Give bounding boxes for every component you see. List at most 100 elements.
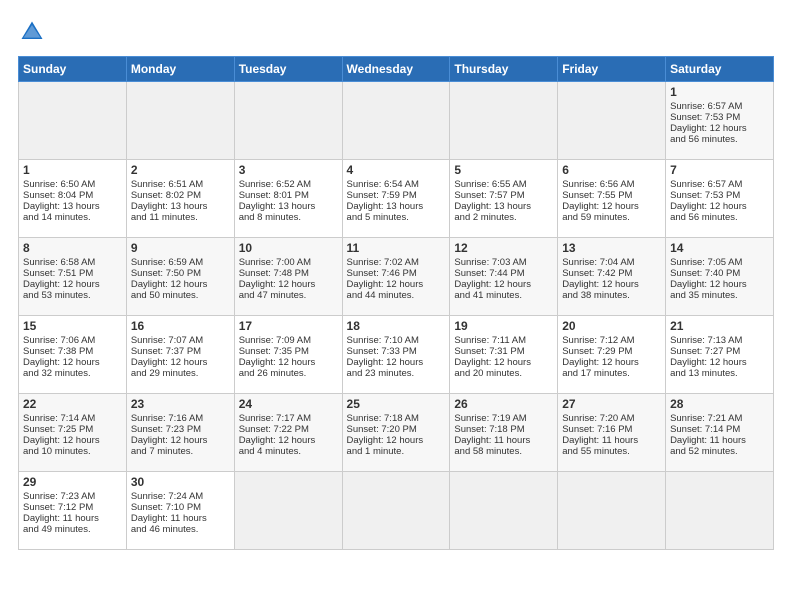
day-info: Sunrise: 7:21 AM bbox=[670, 413, 769, 424]
day-info: Sunset: 7:51 PM bbox=[23, 268, 122, 279]
day-info: and 14 minutes. bbox=[23, 212, 122, 223]
day-info: and 46 minutes. bbox=[131, 524, 230, 535]
day-info: Sunrise: 7:23 AM bbox=[23, 491, 122, 502]
day-info: Daylight: 12 hours bbox=[239, 279, 338, 290]
day-info: Sunrise: 6:51 AM bbox=[131, 179, 230, 190]
day-info: Sunrise: 6:50 AM bbox=[23, 179, 122, 190]
day-cell bbox=[450, 472, 558, 550]
day-info: Sunrise: 7:17 AM bbox=[239, 413, 338, 424]
day-info: Sunset: 7:33 PM bbox=[347, 346, 446, 357]
day-info: and 55 minutes. bbox=[562, 446, 661, 457]
day-number: 3 bbox=[239, 163, 338, 177]
day-info: Sunset: 7:25 PM bbox=[23, 424, 122, 435]
day-info: Daylight: 12 hours bbox=[347, 279, 446, 290]
day-info: Sunrise: 7:07 AM bbox=[131, 335, 230, 346]
day-number: 21 bbox=[670, 319, 769, 333]
day-cell: 18Sunrise: 7:10 AMSunset: 7:33 PMDayligh… bbox=[342, 316, 450, 394]
day-info: and 11 minutes. bbox=[131, 212, 230, 223]
day-info: Sunset: 7:59 PM bbox=[347, 190, 446, 201]
col-header-friday: Friday bbox=[558, 57, 666, 82]
day-info: and 32 minutes. bbox=[23, 368, 122, 379]
week-row-2: 8Sunrise: 6:58 AMSunset: 7:51 PMDaylight… bbox=[19, 238, 774, 316]
day-cell: 9Sunrise: 6:59 AMSunset: 7:50 PMDaylight… bbox=[126, 238, 234, 316]
day-info: Sunrise: 7:11 AM bbox=[454, 335, 553, 346]
day-cell: 13Sunrise: 7:04 AMSunset: 7:42 PMDayligh… bbox=[558, 238, 666, 316]
day-cell: 24Sunrise: 7:17 AMSunset: 7:22 PMDayligh… bbox=[234, 394, 342, 472]
day-info: and 1 minute. bbox=[347, 446, 446, 457]
day-info: Sunrise: 6:52 AM bbox=[239, 179, 338, 190]
day-number: 7 bbox=[670, 163, 769, 177]
day-info: Sunset: 8:01 PM bbox=[239, 190, 338, 201]
day-cell: 8Sunrise: 6:58 AMSunset: 7:51 PMDaylight… bbox=[19, 238, 127, 316]
day-info: Daylight: 13 hours bbox=[23, 201, 122, 212]
day-info: Sunset: 7:12 PM bbox=[23, 502, 122, 513]
week-row-4: 22Sunrise: 7:14 AMSunset: 7:25 PMDayligh… bbox=[19, 394, 774, 472]
day-info: Daylight: 11 hours bbox=[562, 435, 661, 446]
day-cell bbox=[19, 82, 127, 160]
day-info: Sunset: 7:16 PM bbox=[562, 424, 661, 435]
day-info: Sunrise: 7:09 AM bbox=[239, 335, 338, 346]
day-cell: 14Sunrise: 7:05 AMSunset: 7:40 PMDayligh… bbox=[666, 238, 774, 316]
week-row-5: 29Sunrise: 7:23 AMSunset: 7:12 PMDayligh… bbox=[19, 472, 774, 550]
day-info: and 59 minutes. bbox=[562, 212, 661, 223]
day-info: Sunset: 7:48 PM bbox=[239, 268, 338, 279]
day-info: and 47 minutes. bbox=[239, 290, 338, 301]
day-cell: 7Sunrise: 6:57 AMSunset: 7:53 PMDaylight… bbox=[666, 160, 774, 238]
col-header-thursday: Thursday bbox=[450, 57, 558, 82]
day-number: 20 bbox=[562, 319, 661, 333]
day-info: and 38 minutes. bbox=[562, 290, 661, 301]
day-info: Daylight: 13 hours bbox=[347, 201, 446, 212]
day-info: Sunset: 7:38 PM bbox=[23, 346, 122, 357]
day-number: 18 bbox=[347, 319, 446, 333]
day-info: and 41 minutes. bbox=[454, 290, 553, 301]
day-cell: 20Sunrise: 7:12 AMSunset: 7:29 PMDayligh… bbox=[558, 316, 666, 394]
day-info: Sunset: 7:18 PM bbox=[454, 424, 553, 435]
day-info: Daylight: 12 hours bbox=[454, 279, 553, 290]
day-info: Sunrise: 7:02 AM bbox=[347, 257, 446, 268]
day-info: Daylight: 12 hours bbox=[562, 279, 661, 290]
day-info: Daylight: 12 hours bbox=[670, 201, 769, 212]
day-cell: 3Sunrise: 6:52 AMSunset: 8:01 PMDaylight… bbox=[234, 160, 342, 238]
day-info: Sunset: 7:42 PM bbox=[562, 268, 661, 279]
day-info: and 49 minutes. bbox=[23, 524, 122, 535]
day-number: 15 bbox=[23, 319, 122, 333]
day-info: Sunrise: 7:18 AM bbox=[347, 413, 446, 424]
day-info: Sunset: 7:22 PM bbox=[239, 424, 338, 435]
day-info: Daylight: 11 hours bbox=[23, 513, 122, 524]
day-info: Daylight: 13 hours bbox=[131, 201, 230, 212]
day-info: and 23 minutes. bbox=[347, 368, 446, 379]
day-info: and 52 minutes. bbox=[670, 446, 769, 457]
day-cell: 17Sunrise: 7:09 AMSunset: 7:35 PMDayligh… bbox=[234, 316, 342, 394]
day-number: 4 bbox=[347, 163, 446, 177]
day-info: Sunset: 7:46 PM bbox=[347, 268, 446, 279]
day-info: Sunset: 7:23 PM bbox=[131, 424, 230, 435]
day-cell: 1Sunrise: 6:50 AMSunset: 8:04 PMDaylight… bbox=[19, 160, 127, 238]
col-header-sunday: Sunday bbox=[19, 57, 127, 82]
day-number: 23 bbox=[131, 397, 230, 411]
day-cell bbox=[234, 472, 342, 550]
day-info: Daylight: 11 hours bbox=[131, 513, 230, 524]
col-header-saturday: Saturday bbox=[666, 57, 774, 82]
day-info: Sunset: 7:10 PM bbox=[131, 502, 230, 513]
day-cell: 23Sunrise: 7:16 AMSunset: 7:23 PMDayligh… bbox=[126, 394, 234, 472]
day-info: Sunrise: 6:57 AM bbox=[670, 101, 769, 112]
day-info: Sunrise: 7:10 AM bbox=[347, 335, 446, 346]
day-cell bbox=[234, 82, 342, 160]
day-number: 17 bbox=[239, 319, 338, 333]
day-cell: 22Sunrise: 7:14 AMSunset: 7:25 PMDayligh… bbox=[19, 394, 127, 472]
day-info: Daylight: 12 hours bbox=[670, 357, 769, 368]
week-row-1: 1Sunrise: 6:50 AMSunset: 8:04 PMDaylight… bbox=[19, 160, 774, 238]
day-cell bbox=[558, 82, 666, 160]
day-number: 26 bbox=[454, 397, 553, 411]
day-cell: 28Sunrise: 7:21 AMSunset: 7:14 PMDayligh… bbox=[666, 394, 774, 472]
day-info: Sunrise: 7:06 AM bbox=[23, 335, 122, 346]
day-info: Sunset: 7:57 PM bbox=[454, 190, 553, 201]
day-number: 6 bbox=[562, 163, 661, 177]
day-number: 22 bbox=[23, 397, 122, 411]
day-number: 2 bbox=[131, 163, 230, 177]
page-header bbox=[18, 18, 774, 46]
day-cell: 6Sunrise: 6:56 AMSunset: 7:55 PMDaylight… bbox=[558, 160, 666, 238]
day-cell: 27Sunrise: 7:20 AMSunset: 7:16 PMDayligh… bbox=[558, 394, 666, 472]
day-info: and 2 minutes. bbox=[454, 212, 553, 223]
day-info: Sunrise: 7:12 AM bbox=[562, 335, 661, 346]
